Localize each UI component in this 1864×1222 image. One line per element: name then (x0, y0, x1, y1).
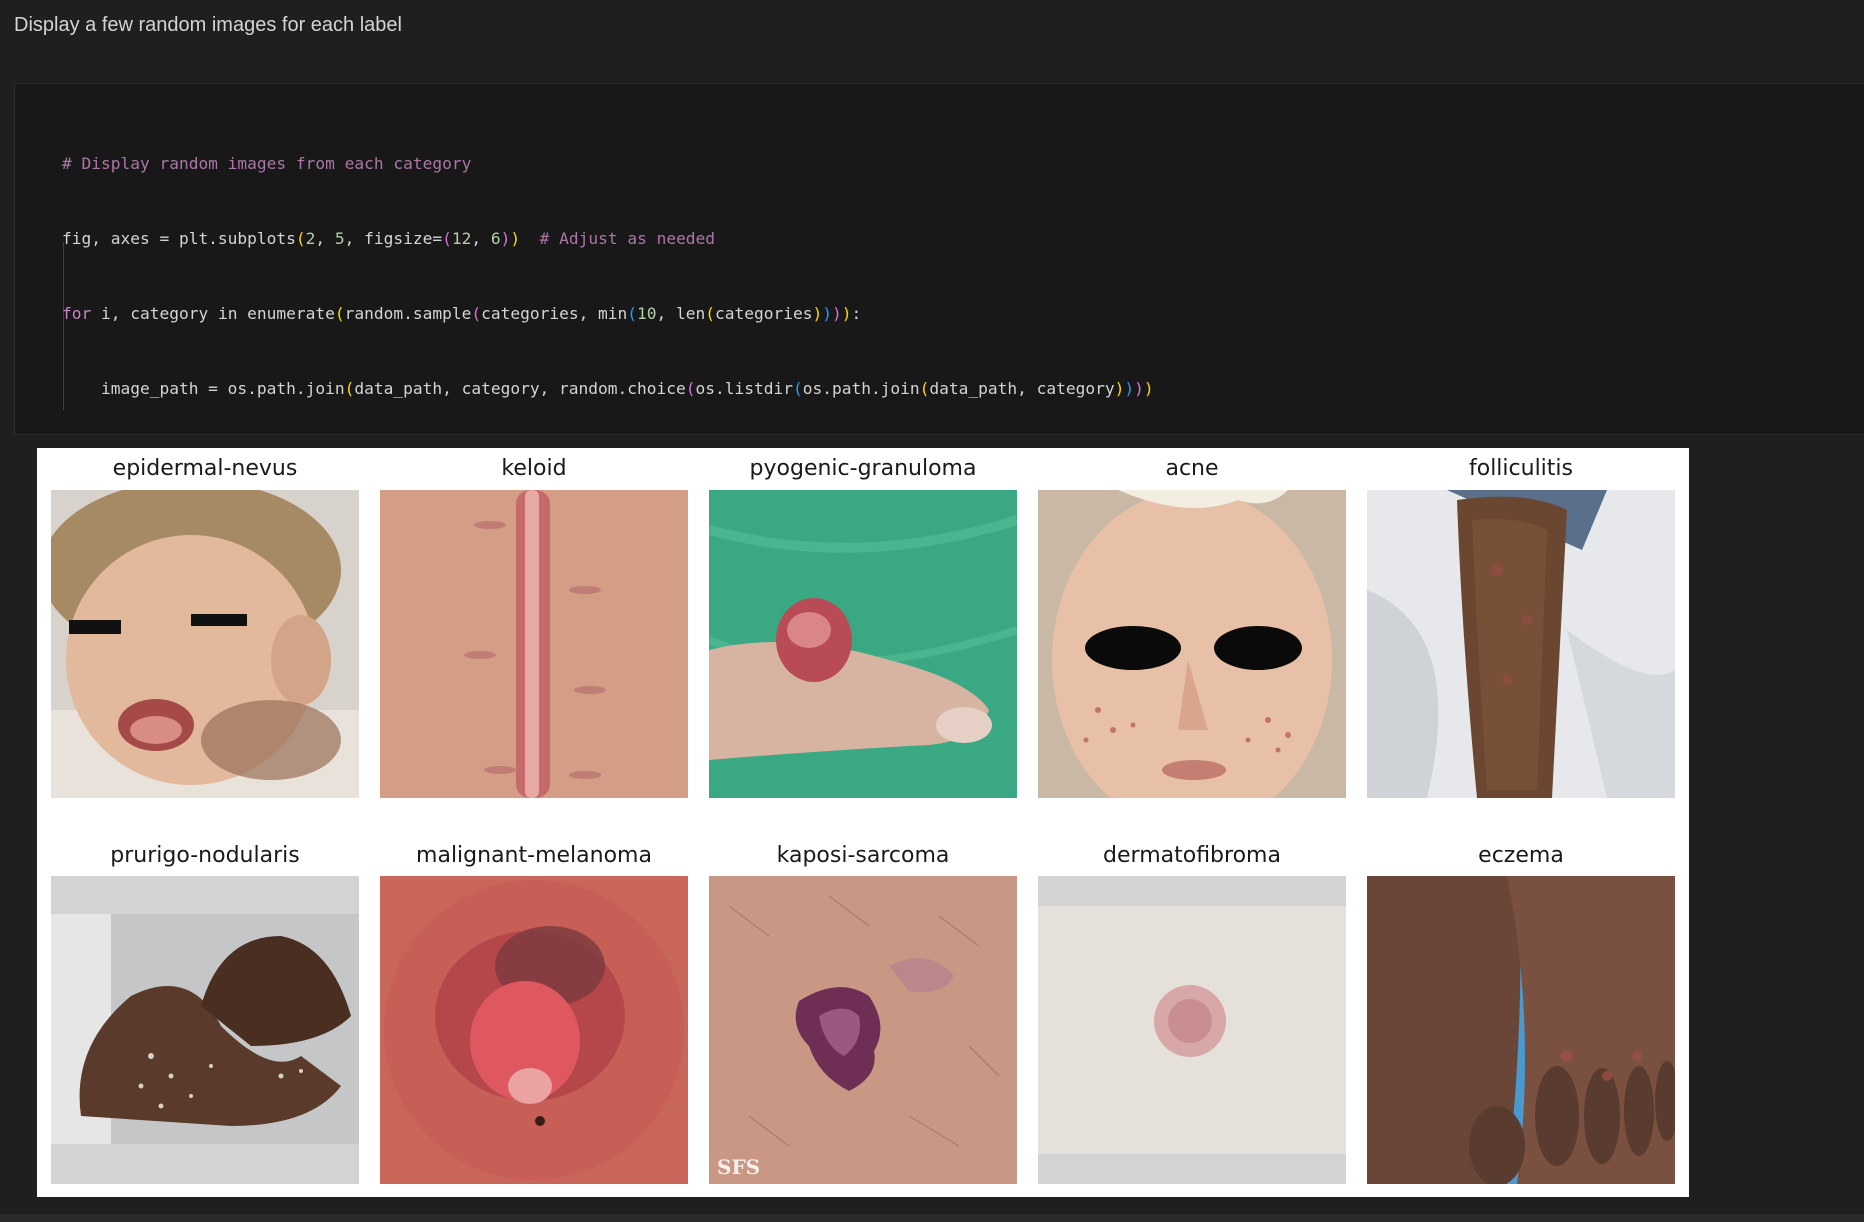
dermatofibroma-photo (1038, 876, 1346, 1184)
markdown-cell[interactable]: Display a few random images for each lab… (0, 0, 1864, 82)
subplot-title: prurigo-nodularis (110, 843, 300, 868)
melanoma-lesion-photo (380, 876, 688, 1184)
face-acne-photo (1038, 490, 1346, 798)
feet-nodules-photo (51, 876, 359, 1184)
markdown-text: Display a few random images for each lab… (14, 14, 402, 36)
cell-output-figure: epidermal-nevus keloid pyogenic-granulom… (37, 448, 1689, 1197)
leg-folliculitis-photo (1367, 490, 1675, 798)
keloid-scar-photo (380, 490, 688, 798)
subplot-title: dermatofibroma (1103, 843, 1281, 868)
subplot-title: eczema (1478, 843, 1564, 868)
subplot-title: folliculitis (1468, 456, 1573, 481)
watermark-sfs: SFS (717, 1155, 760, 1179)
code-line-1: # Display random images from each catego… (62, 154, 472, 173)
finger-lesion-photo (709, 490, 1017, 798)
subplot-title: epidermal-nevus (112, 456, 298, 481)
code-line-3: for i, category in enumerate(random.samp… (62, 304, 862, 323)
subplot-title: malignant-melanoma (416, 843, 652, 868)
subplot-title: keloid (501, 456, 567, 481)
subplot-title: kaposi-sarcoma (776, 843, 950, 868)
subplot-title: acne (1165, 456, 1219, 481)
subplot-title: pyogenic-granuloma (749, 456, 977, 481)
bottom-scroll-edge (0, 1214, 1864, 1222)
code-cell[interactable]: # Display random images from each catego… (14, 83, 1864, 998)
child-face-photo (51, 490, 359, 798)
code-line-2: fig, axes = plt.subplots(2, 5, figsize=(… (62, 229, 716, 248)
code-line-4: image_path = os.path.join(data_path, cat… (62, 379, 1154, 398)
kaposi-lesion-photo: SFS (709, 876, 1017, 1184)
toes-eczema-photo (1367, 876, 1675, 1184)
